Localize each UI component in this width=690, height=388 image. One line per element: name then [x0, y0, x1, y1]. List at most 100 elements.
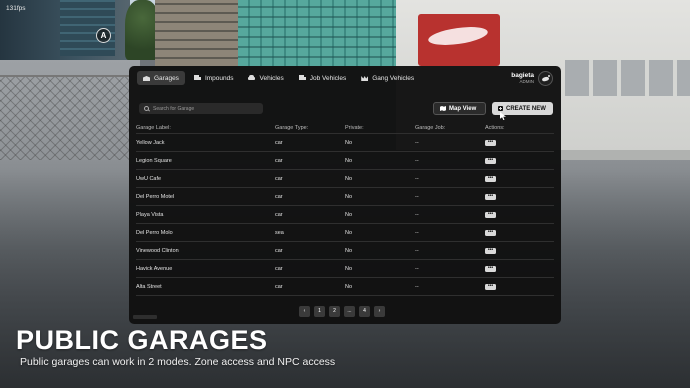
crown-icon [361, 75, 368, 81]
garage-job-cell: -- [415, 193, 419, 200]
caption-title: PUBLIC GARAGES [16, 325, 268, 355]
next-page-button[interactable]: › [374, 306, 385, 317]
garage-label-cell: Yellow Jack [136, 139, 165, 146]
tab-garages[interactable]: Garages [137, 71, 185, 85]
actions-cell: ••• [485, 211, 554, 218]
truck-icon [298, 75, 306, 81]
garage-label-cell: Del Perro Motel [136, 193, 175, 200]
actions-cell: ••• [485, 247, 554, 254]
curb [560, 150, 690, 160]
search-box [139, 103, 263, 114]
row-actions-button[interactable]: ••• [485, 175, 496, 182]
create-new-label: CREATE NEW [506, 105, 546, 112]
garage-type-cell: car [275, 157, 283, 164]
page-ellipsis: ... [344, 306, 355, 317]
row-actions-button[interactable]: ••• [485, 283, 496, 290]
search-input[interactable] [153, 105, 253, 112]
column-header: Garage Job: [415, 124, 446, 131]
table-row: Vinewood Clinton car No -- ••• [136, 242, 554, 260]
private-cell: No [345, 229, 353, 236]
column-header: Actions: [485, 124, 505, 131]
row-actions-button[interactable]: ••• [485, 211, 496, 218]
private-cell: No [345, 283, 353, 290]
row-actions-button[interactable]: ••• [485, 229, 496, 236]
column-header: Garage Label: [136, 124, 171, 131]
table-row: Playa Vista car No -- ••• [136, 206, 554, 224]
garage-label-cell: Vinewood Clinton [136, 247, 179, 254]
garage-type-cell: car [275, 247, 283, 254]
garage-type-cell: car [275, 265, 283, 272]
table-row: Del Perro Molo sea No -- ••• [136, 224, 554, 242]
map-icon [440, 106, 446, 111]
building-right-windows [565, 60, 690, 96]
table-row: Legion Square car No -- ••• [136, 152, 554, 170]
building-glass-floors [238, 0, 398, 66]
garage-label-cell: Havick Avenue [136, 265, 173, 272]
garage-admin-panel: Garages Impounds Vehicles Job Vehicles G… [129, 66, 561, 324]
private-cell: No [345, 175, 353, 182]
garage-type-cell: sea [275, 229, 284, 236]
table-row: UwU Cafe car No -- ••• [136, 170, 554, 188]
private-cell: No [345, 193, 353, 200]
user-info: bagieta ADMIN [511, 72, 535, 84]
table-row: Alta Street car No -- ••• [136, 278, 554, 296]
row-actions-button[interactable]: ••• [485, 193, 496, 200]
table-row: Yellow Jack car No -- ••• [136, 134, 554, 152]
page-button[interactable]: 2 [329, 306, 340, 317]
garage-type-cell: car [275, 211, 283, 218]
actions-cell: ••• [485, 193, 554, 200]
search-icon [144, 106, 149, 111]
actions-cell: ••• [485, 283, 554, 290]
user-profile[interactable]: bagieta ADMIN [511, 71, 553, 86]
map-view-label: Map View [449, 105, 477, 112]
caption-subtitle: Public garages can work in 2 modes. Zone… [20, 356, 336, 368]
tab-impounds[interactable]: Impounds [188, 71, 240, 85]
garage-label-cell: UwU Cafe [136, 175, 162, 182]
actions-cell: ••• [485, 157, 554, 164]
actions-cell: ••• [485, 139, 554, 146]
garage-type-cell: car [275, 175, 283, 182]
pagination: ‹ 1 2 ... 4 › [299, 306, 385, 317]
garage-job-cell: -- [415, 247, 419, 254]
garage-label-cell: Del Perro Molo [136, 229, 173, 236]
car-icon [248, 75, 256, 81]
page-button[interactable]: 1 [314, 306, 325, 317]
tab-label: Job Vehicles [309, 74, 347, 82]
tab-job-vehicles[interactable]: Job Vehicles [293, 71, 353, 85]
table-row: Del Perro Motel car No -- ••• [136, 188, 554, 206]
row-actions-button[interactable]: ••• [485, 247, 496, 254]
garage-label-cell: Playa Vista [136, 211, 164, 218]
tab-bar: Garages Impounds Vehicles Job Vehicles G… [137, 71, 420, 85]
row-actions-button[interactable]: ••• [485, 139, 496, 146]
garage-job-cell: -- [415, 175, 419, 182]
tab-gang-vehicles[interactable]: Gang Vehicles [355, 71, 420, 85]
garage-type-cell: car [275, 139, 283, 146]
actions-cell: ••• [485, 229, 554, 236]
row-actions-button[interactable]: ••• [485, 265, 496, 272]
tab-label: Impounds [204, 74, 234, 82]
page-button[interactable]: 4 [359, 306, 370, 317]
garage-type-cell: car [275, 283, 283, 290]
garage-label-cell: Legion Square [136, 157, 172, 164]
red-billboard [418, 14, 500, 66]
garage-icon [143, 75, 150, 81]
garage-job-cell: -- [415, 283, 419, 290]
table-row: Havick Avenue car No -- ••• [136, 260, 554, 278]
garage-type-cell: car [275, 193, 283, 200]
column-header: Garage Type: [275, 124, 309, 131]
user-role: ADMIN [519, 78, 535, 84]
private-cell: No [345, 265, 353, 272]
prev-page-button[interactable]: ‹ [299, 306, 310, 317]
building-scaffold [155, 0, 240, 66]
garage-job-cell: -- [415, 229, 419, 236]
tab-label: Gang Vehicles [372, 74, 415, 82]
fps-counter: 131fps [6, 5, 26, 12]
map-view-button[interactable]: Map View [433, 102, 486, 115]
actions-cell: ••• [485, 265, 554, 272]
avatar [538, 71, 553, 86]
private-cell: No [345, 139, 353, 146]
private-cell: No [345, 211, 353, 218]
garages-table: Garage Label: Garage Type: Private: Gara… [136, 122, 554, 296]
row-actions-button[interactable]: ••• [485, 157, 496, 164]
tab-vehicles[interactable]: Vehicles [242, 71, 289, 85]
